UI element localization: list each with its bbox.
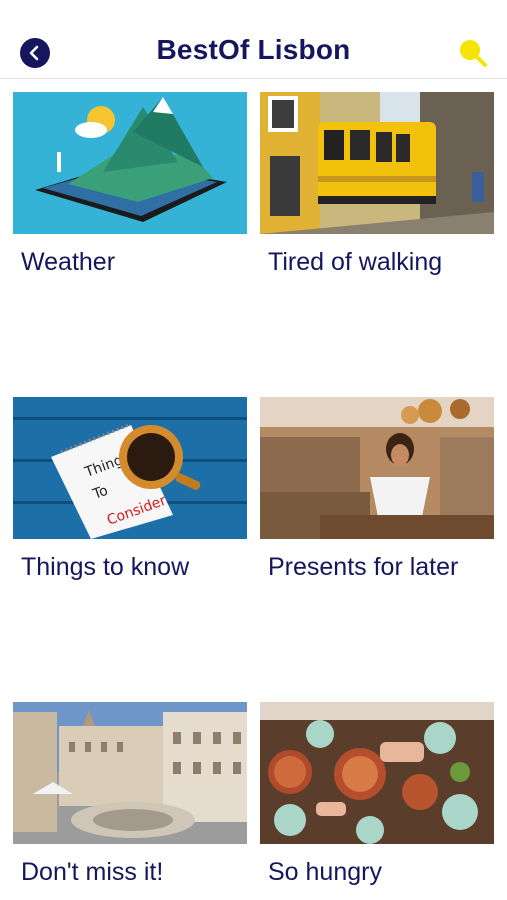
square-image	[13, 702, 247, 844]
card-presents-for-later[interactable]: Presents for later	[260, 397, 494, 582]
market-image	[260, 397, 494, 539]
search-button[interactable]	[456, 36, 488, 68]
card-label: Presents for later	[268, 553, 459, 581]
card-tired-of-walking[interactable]: Tired of walking	[260, 92, 494, 277]
tram-image	[260, 92, 494, 234]
app-header: BestOf Lisbon	[0, 0, 507, 79]
card-things-to-know[interactable]: Things To Consider Things to know	[13, 397, 247, 582]
card-label: Weather	[21, 248, 116, 276]
card-so-hungry[interactable]: So hungry	[260, 702, 494, 887]
card-label: Don't miss it!	[21, 858, 164, 886]
weather-image	[13, 92, 247, 234]
food-table-image	[260, 702, 494, 844]
page-title: BestOf Lisbon	[156, 34, 351, 65]
search-icon	[460, 40, 487, 67]
card-label: So hungry	[268, 858, 382, 886]
card-label: Things to know	[21, 553, 190, 581]
card-weather[interactable]: Weather	[13, 92, 247, 277]
card-label: Tired of walking	[268, 248, 443, 276]
card-dont-miss-it[interactable]: Don't miss it!	[13, 702, 247, 887]
things-to-consider-image: Things To Consider	[13, 397, 247, 539]
